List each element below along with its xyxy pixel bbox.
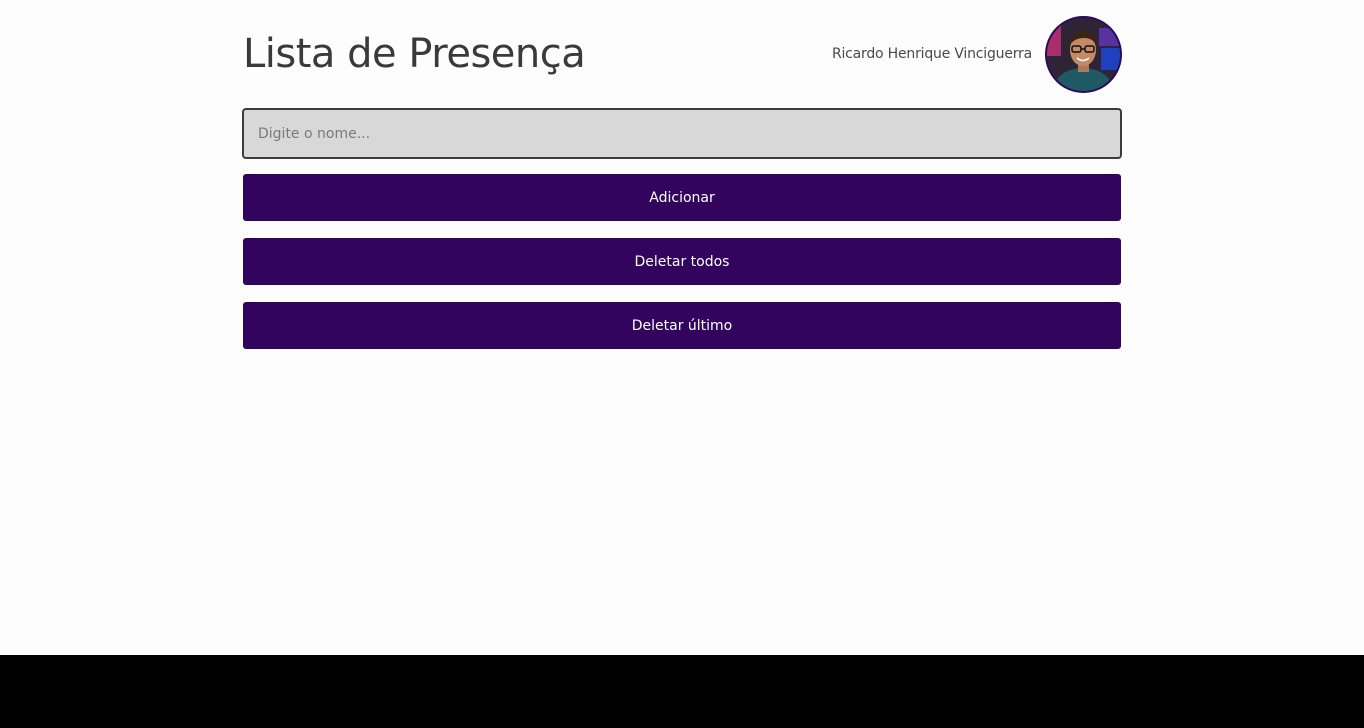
delete-last-button[interactable]: Deletar último [243,302,1121,349]
page: Lista de Presença Ricardo Henrique Vinci… [0,0,1364,655]
add-button[interactable]: Adicionar [243,174,1121,221]
user-name: Ricardo Henrique Vinciguerra [831,46,1032,62]
name-input[interactable] [242,108,1122,159]
delete-all-button[interactable]: Deletar todos [243,238,1121,285]
avatar-photo-icon [1047,17,1120,91]
page-title: Lista de Presença [243,31,586,77]
bottom-black-bar [0,655,1364,728]
avatar [1045,15,1122,93]
header: Lista de Presença Ricardo Henrique Vinci… [242,0,1122,104]
user-profile: Ricardo Henrique Vinciguerra [832,14,1122,94]
main-container: Lista de Presença Ricardo Henrique Vinci… [242,0,1122,349]
